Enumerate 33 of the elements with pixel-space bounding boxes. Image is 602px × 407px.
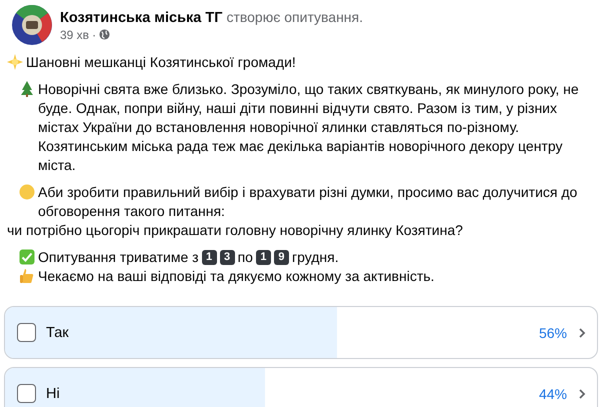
vote-percent: 56% (538, 324, 567, 340)
post-text: Чекаємо на ваші відповіді та дякуємо кожному за активність. (38, 267, 434, 286)
thumbs-up-icon (19, 268, 35, 284)
option-label: Так (46, 324, 70, 340)
keycap-digit: 9 (274, 250, 289, 265)
face-icon (19, 184, 35, 200)
post-time[interactable]: 39 хв (60, 28, 90, 42)
keycap-digit: 1 (202, 250, 217, 265)
checkbox[interactable] (17, 323, 36, 342)
poll-option[interactable]: Ні 44% (4, 367, 598, 407)
tree-icon (19, 81, 35, 97)
check-icon (19, 249, 35, 265)
author-name[interactable]: Козятинська міська ТГ (60, 10, 222, 26)
post-text: Новорічні свята вже близько. Зрозуміло, що таких святкувань, як минулого року, не буде. Однак, попри війну, наші діти повинні відчути свято. Разом із тим, у різних містах України до встановлення новорічної ялинки ставляться по-різному. Козятинським міська рада теж має декілька варіантів новорічного декору центру міста. (38, 80, 580, 175)
post-text: Шановні мешканці Козятинської громади! (26, 53, 296, 72)
option-label: Ні (46, 386, 61, 402)
avatar-icon[interactable] (12, 5, 52, 45)
sparkle-icon (7, 54, 23, 70)
checkbox[interactable] (17, 384, 36, 403)
chevron-right-icon (577, 388, 587, 400)
globe-icon (99, 29, 110, 40)
post-text: грудня. (292, 248, 339, 267)
post-text: Опитування триватиме з (38, 248, 199, 267)
post-text: чи потрібно цьогоріч прикрашати головну новорічну ялинку Козятина? (7, 221, 463, 240)
post-action-text: створює опитування. (226, 8, 364, 24)
vote-percent: 44% (538, 386, 567, 402)
chevron-right-icon (577, 326, 587, 338)
post-text: по (238, 248, 253, 267)
poll-option[interactable]: Так 56% (4, 306, 598, 359)
keycap-digit: 3 (220, 250, 235, 265)
separator-dot: · (92, 28, 96, 42)
post-text: Аби зробити правильний вибір і врахувати різні думки, просимо вас долучитися до обговорення такого питання: (38, 183, 578, 221)
keycap-digit: 1 (256, 250, 271, 265)
